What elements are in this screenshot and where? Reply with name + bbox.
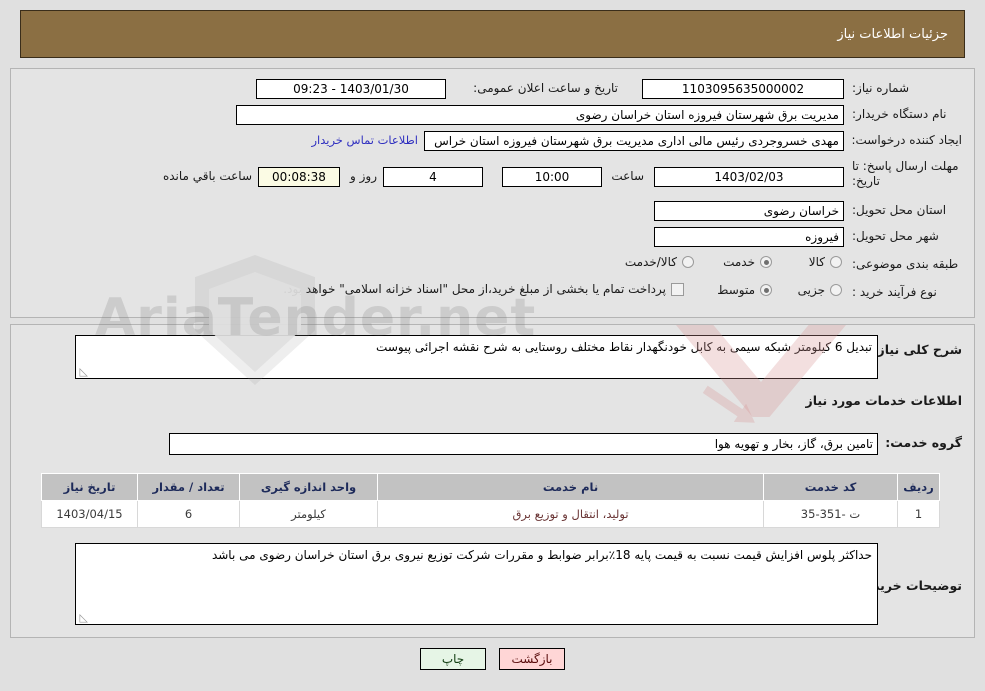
treasury-bonds-checkbox-icon[interactable]: [671, 282, 684, 296]
cell-service-code: ت -351-35: [763, 500, 898, 528]
col-header-row-no: ردیف: [897, 473, 940, 501]
page-header-bar: جزئیات اطلاعات نیاز: [20, 10, 965, 58]
service-group-value: تامین برق، گاز، بخار و تهویه هوا: [169, 433, 878, 455]
services-section-title: اطلاعات خدمات مورد نیاز: [805, 393, 963, 408]
request-creator-value: مهدی خسروجردی رئیس مالی اداری مدیریت برق…: [424, 131, 844, 151]
radio-service-icon[interactable]: [760, 256, 772, 268]
general-summary-textarea[interactable]: تبدیل 6 کیلومتر شبکه سیمی به کابل خودنگه…: [75, 335, 878, 379]
radio-goods-service-icon[interactable]: [682, 256, 694, 268]
announce-datetime-label: تاریخ و ساعت اعلان عمومی:: [473, 81, 618, 95]
cell-unit: کیلومتر: [239, 500, 378, 528]
print-button[interactable]: چاپ: [420, 648, 486, 670]
service-group-label: گروه خدمت:: [885, 435, 962, 450]
col-header-service-name: نام خدمت: [377, 473, 764, 501]
resize-handle-icon[interactable]: ◺: [78, 366, 88, 377]
table-row: 1 ت -351-35 تولید، انتقال و توزیع برق کی…: [41, 500, 940, 528]
cell-service-name: تولید، انتقال و توزیع برق: [377, 500, 764, 528]
remaining-days-label: روز و: [350, 169, 377, 183]
treasury-bonds-label: پرداخت تمام یا بخشی از مبلغ خرید،از محل …: [283, 282, 666, 296]
col-header-unit: واحد اندازه گیری: [239, 473, 378, 501]
general-summary-label: شرح کلی نیاز:: [872, 342, 962, 357]
deadline-hour-label: ساعت: [611, 169, 644, 183]
radio-goods-icon[interactable]: [830, 256, 842, 268]
radio-option-service[interactable]: خدمت: [723, 255, 772, 269]
services-table: ردیف کد خدمت نام خدمت واحد اندازه گیری ت…: [41, 473, 940, 528]
radio-option-goods-service[interactable]: کالا/خدمت: [625, 255, 694, 269]
radio-goods-label: کالا: [808, 255, 825, 269]
response-deadline-label: مهلت ارسال پاسخ: تا تاریخ:: [852, 159, 959, 188]
deadline-hour-value: 10:00: [502, 167, 602, 187]
treasury-bonds-checkbox-row[interactable]: پرداخت تمام یا بخشی از مبلغ خرید،از محل …: [283, 282, 684, 296]
resize-handle-icon[interactable]: ◺: [78, 612, 88, 623]
need-details-panel: شرح کلی نیاز: تبدیل 6 کیلومتر شبکه سیمی …: [10, 324, 975, 638]
table-header-row: ردیف کد خدمت نام خدمت واحد اندازه گیری ت…: [41, 473, 940, 501]
back-button[interactable]: بازگشت: [499, 648, 565, 670]
buyer-contact-link[interactable]: اطلاعات تماس خریدار: [311, 133, 418, 147]
delivery-province-label: استان محل تحویل:: [852, 203, 947, 217]
subject-category-label: طبقه بندی موضوعی:: [852, 257, 959, 271]
radio-service-label: خدمت: [723, 255, 755, 269]
buyer-org-label: نام دستگاه خریدار:: [852, 107, 947, 121]
cell-row-no: 1: [897, 500, 940, 528]
footer-button-bar: بازگشت چاپ: [0, 648, 985, 670]
buyer-notes-value: حداکثر پلوس افزایش قیمت نسبت به قیمت پای…: [211, 548, 872, 562]
radio-minor-label: جزیی: [797, 283, 825, 297]
request-creator-label: ایجاد کننده درخواست:: [851, 133, 962, 147]
delivery-city-value: فیروزه: [654, 227, 844, 247]
delivery-province-value: خراسان رضوی: [654, 201, 844, 221]
need-number-label: شماره نیاز:: [852, 81, 909, 95]
cell-quantity: 6: [137, 500, 240, 528]
deadline-date-value: 1403/02/03: [654, 167, 844, 187]
announce-datetime-value: 1403/01/30 - 09:23: [256, 79, 446, 99]
radio-medium-icon[interactable]: [760, 284, 772, 296]
radio-option-minor[interactable]: جزیی: [798, 283, 842, 297]
col-header-need-date: تاریخ نیاز: [41, 473, 138, 501]
cell-need-date: 1403/04/15: [41, 500, 138, 528]
buyer-org-value: مدیریت برق شهرستان فیروزه استان خراسان ر…: [236, 105, 844, 125]
buyer-notes-textarea[interactable]: حداکثر پلوس افزایش قیمت نسبت به قیمت پای…: [75, 543, 878, 625]
purchase-process-label: نوع فرآیند خرید :: [852, 285, 937, 299]
need-summary-panel: شماره نیاز: 1103095635000002 تاریخ و ساع…: [10, 68, 975, 318]
general-summary-value: تبدیل 6 کیلومتر شبکه سیمی به کابل خودنگه…: [376, 340, 872, 354]
radio-option-goods[interactable]: کالا: [809, 255, 842, 269]
countdown-timer-label: ساعت باقي مانده: [162, 169, 252, 183]
radio-minor-icon[interactable]: [830, 284, 842, 296]
radio-option-medium[interactable]: متوسط: [717, 283, 772, 297]
col-header-service-code: کد خدمت: [763, 473, 898, 501]
remaining-days-value: 4: [383, 167, 483, 187]
countdown-timer-value: 00:08:38: [258, 167, 340, 187]
delivery-city-label: شهر محل تحویل:: [852, 229, 939, 243]
radio-medium-label: متوسط: [717, 283, 755, 297]
need-number-value: 1103095635000002: [642, 79, 844, 99]
radio-goods-service-label: کالا/خدمت: [624, 255, 677, 269]
page-title: جزئیات اطلاعات نیاز: [837, 26, 948, 42]
col-header-quantity: تعداد / مقدار: [137, 473, 240, 501]
